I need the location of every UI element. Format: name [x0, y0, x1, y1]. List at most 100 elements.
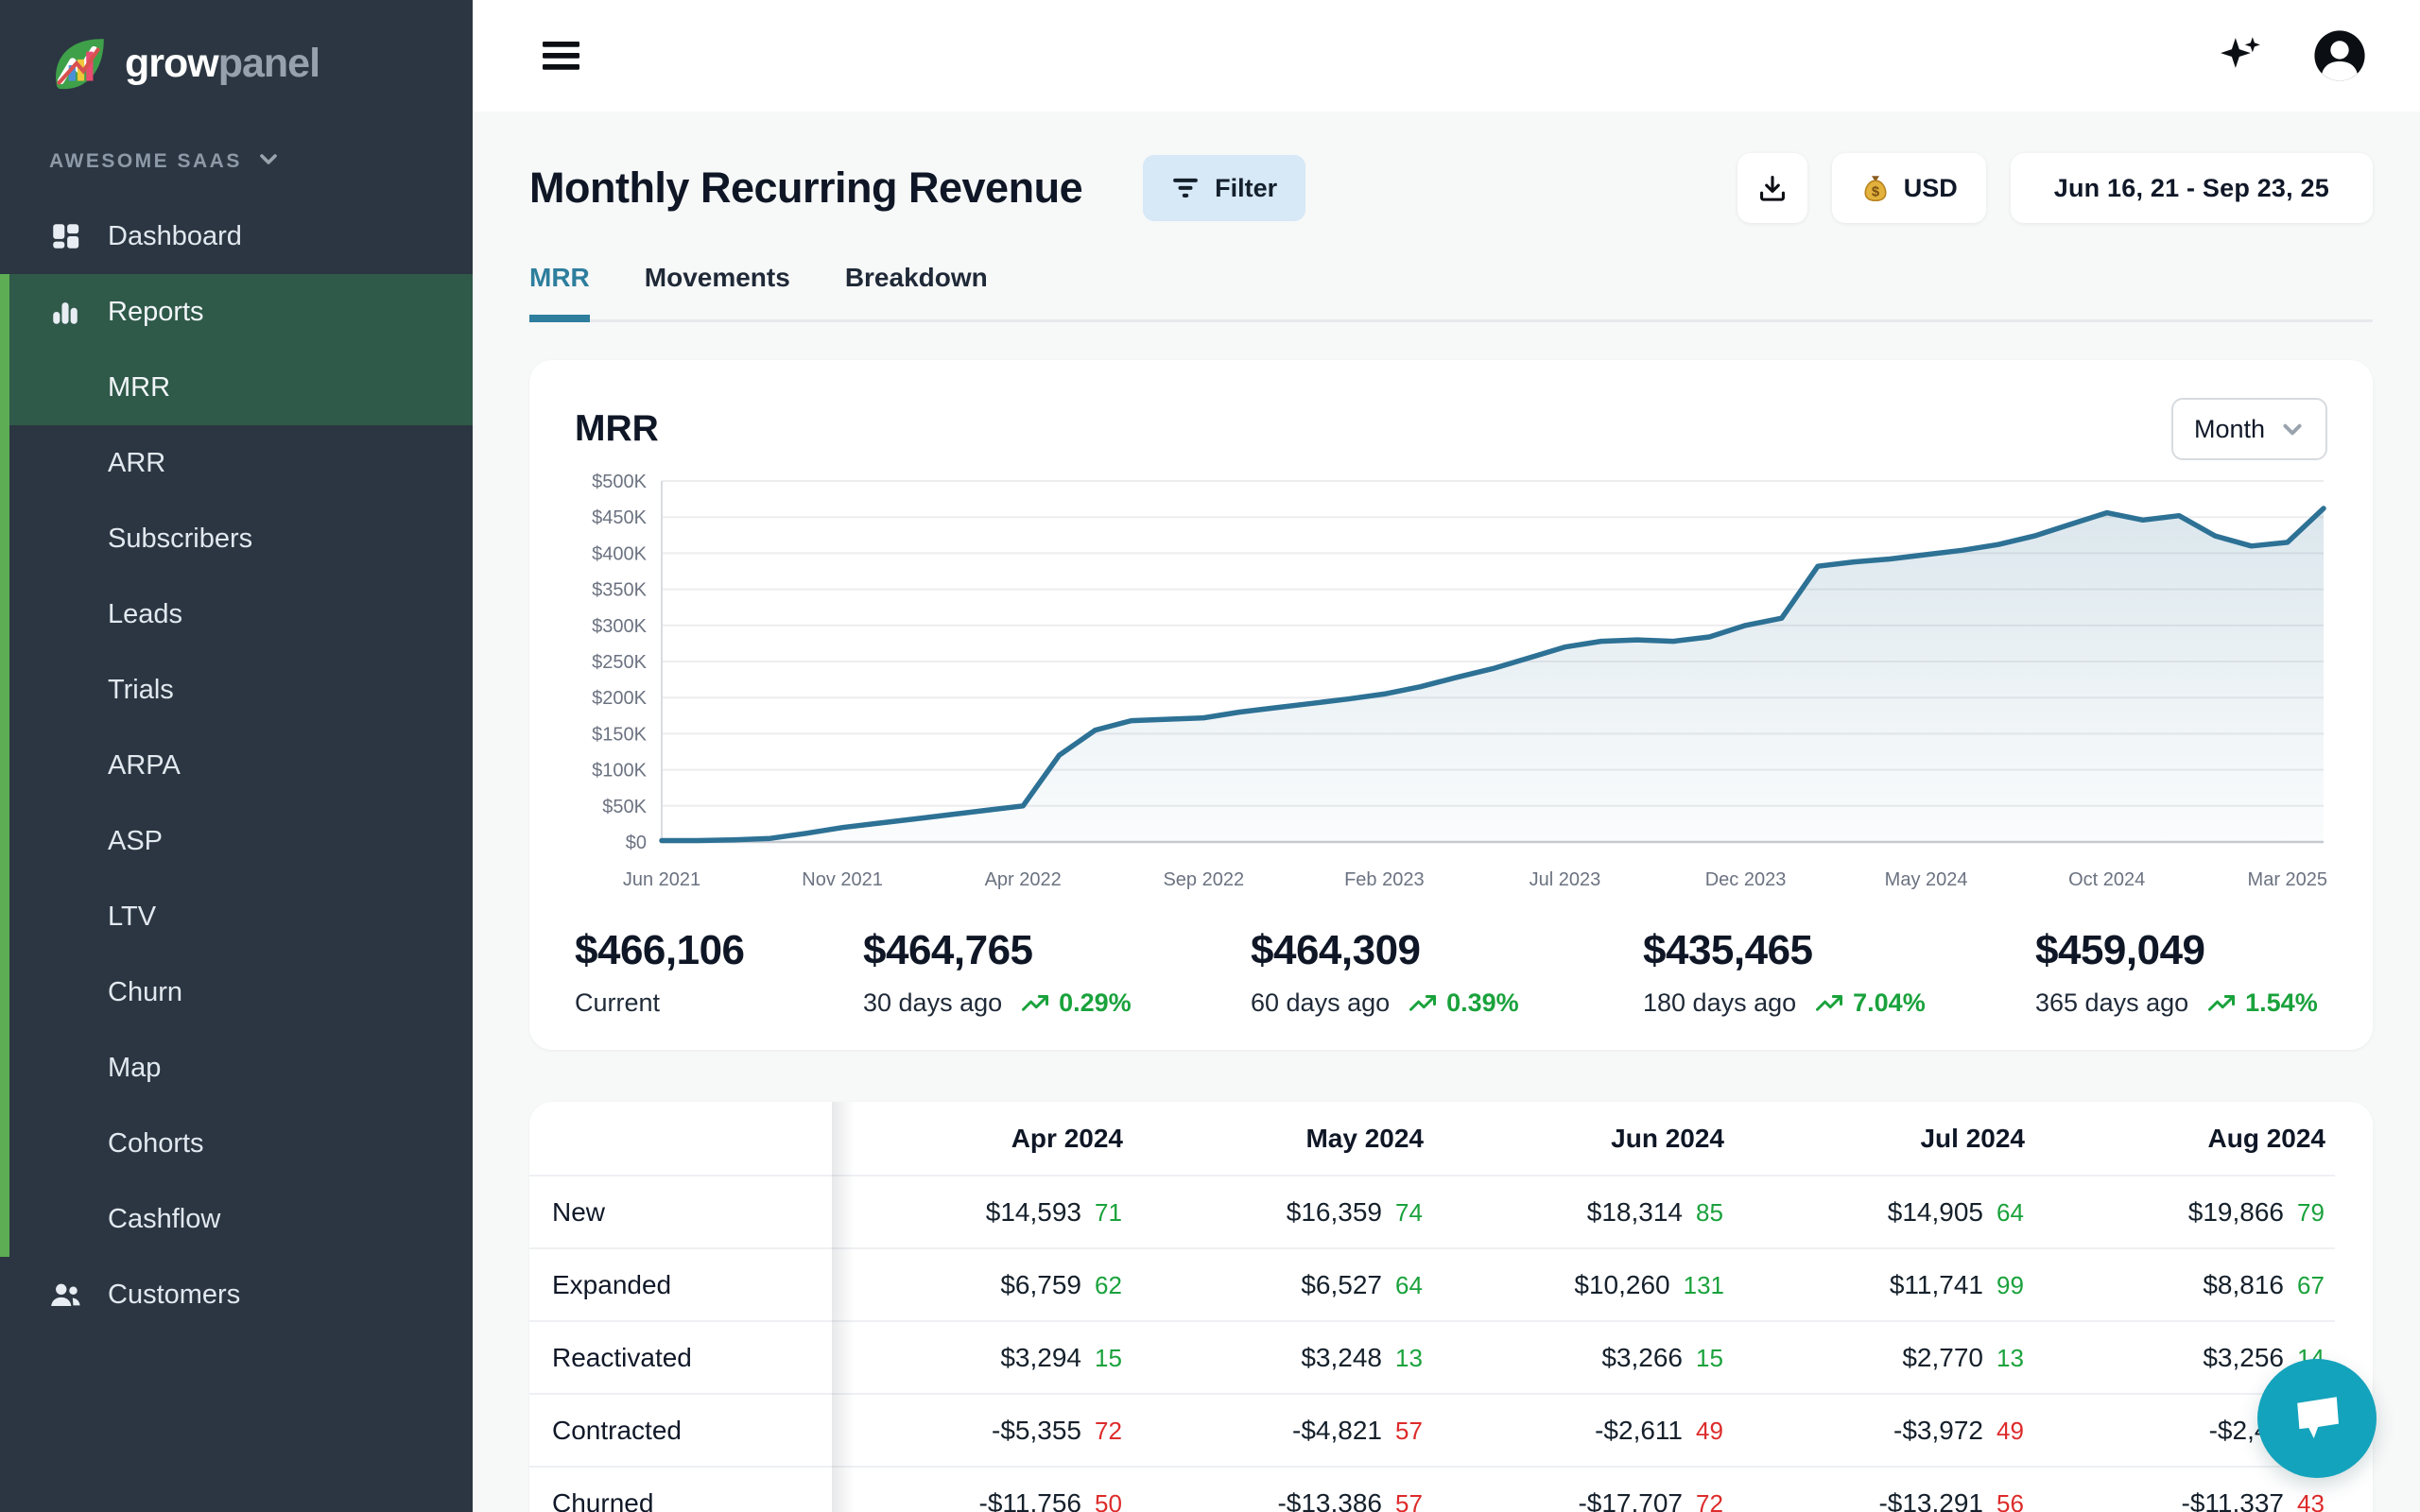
- cell-amount: $2,770: [1902, 1343, 1983, 1372]
- cell-count: 79: [2297, 1198, 2325, 1228]
- sidebar-item-churn[interactable]: Churn: [9, 954, 473, 1030]
- sidebar-item-arpa[interactable]: ARPA: [9, 728, 473, 803]
- currency-label: USD: [1904, 174, 1958, 203]
- cell-count: 85: [1696, 1198, 1724, 1228]
- tab-breakdown[interactable]: Breakdown: [845, 263, 988, 319]
- hamburger-icon[interactable]: [543, 39, 582, 73]
- sidebar-item-cashflow[interactable]: Cashflow: [9, 1181, 473, 1257]
- trend-up-icon: [1409, 989, 1437, 1018]
- stat-current: $466,106Current: [575, 927, 863, 1018]
- table-cell: $3,26615: [1433, 1321, 1734, 1394]
- sidebar-item-label: ARPA: [108, 750, 181, 782]
- sidebar-item-label: Reports: [108, 297, 204, 328]
- chevron-down-icon: [2280, 417, 2305, 441]
- page-header: Monthly Recurring Revenue Filter $ USD J…: [529, 153, 2373, 223]
- cell-count: 67: [2297, 1271, 2325, 1300]
- sidebar-item-mrr[interactable]: MRR: [9, 350, 473, 425]
- cell-amount: $8,816: [2203, 1270, 2284, 1299]
- sidebar-item-label: Churn: [108, 977, 182, 1008]
- stat-label: 180 days ago: [1643, 988, 1796, 1018]
- column-header-may-2024: May 2024: [1132, 1102, 1433, 1176]
- sidebar-item-arr[interactable]: ARR: [9, 425, 473, 501]
- reports-icon: [49, 296, 83, 328]
- sparkles-icon[interactable]: [2218, 33, 2263, 78]
- user-avatar-icon[interactable]: [2312, 28, 2367, 83]
- filter-icon: [1171, 174, 1200, 202]
- table-body: New$14,59371$16,35974$18,31485$14,90564$…: [529, 1176, 2335, 1512]
- chat-launcher-button[interactable]: [2257, 1359, 2377, 1478]
- stat-value: $464,765: [863, 927, 1251, 974]
- trend-up-icon: [2207, 989, 2236, 1018]
- cell-amount: -$11,337: [2182, 1488, 2284, 1512]
- brand-name-bold: grow: [125, 41, 218, 86]
- svg-text:$200K: $200K: [592, 688, 647, 709]
- table-cell: $6,75962: [832, 1248, 1132, 1321]
- cell-count: 13: [1395, 1344, 1424, 1373]
- stat-change: 7.04%: [1815, 988, 1926, 1018]
- dashboard-icon: [49, 220, 83, 252]
- sidebar-item-label: LTV: [108, 902, 156, 933]
- table-cell: -$13,29156: [1734, 1467, 2034, 1512]
- main-content: Monthly Recurring Revenue Filter $ USD J…: [473, 153, 2420, 1512]
- table-row-new: New$14,59371$16,35974$18,31485$14,90564$…: [529, 1176, 2335, 1248]
- sidebar-item-map[interactable]: Map: [9, 1030, 473, 1106]
- sidebar-item-leads[interactable]: Leads: [9, 576, 473, 652]
- workspace-selector[interactable]: AWESOME SAAS: [0, 94, 473, 176]
- stat-sub: 180 days ago 7.04%: [1643, 988, 2035, 1018]
- sidebar-item-label: ASP: [108, 826, 163, 857]
- stat-value: $435,465: [1643, 927, 2035, 974]
- sidebar-item-asp[interactable]: ASP: [9, 803, 473, 879]
- filter-button[interactable]: Filter: [1143, 155, 1305, 221]
- sidebar-item-cohorts[interactable]: Cohorts: [9, 1106, 473, 1181]
- tab-mrr[interactable]: MRR: [529, 263, 590, 319]
- svg-text:$250K: $250K: [592, 652, 647, 673]
- interval-select-value: Month: [2194, 415, 2265, 444]
- cell-amount: $3,266: [1601, 1343, 1683, 1372]
- cell-count: 64: [1996, 1198, 2025, 1228]
- trend-up-icon: [1815, 989, 1843, 1018]
- stat-30-days-ago: $464,76530 days ago0.29%: [863, 927, 1251, 1018]
- sidebar-item-trials[interactable]: Trials: [9, 652, 473, 728]
- sidebar-item-dashboard[interactable]: Dashboard: [0, 198, 473, 274]
- table-cell: $6,527 64: [1132, 1248, 1433, 1321]
- table-row-reactivated: Reactivated$3,29415$3,24813$3,26615$2,77…: [529, 1321, 2335, 1394]
- column-header-apr-2024: Apr 2024: [832, 1102, 1132, 1176]
- date-range-label: Jun 16, 21 - Sep 23, 25: [2054, 174, 2329, 203]
- cell-count: 72: [1696, 1489, 1724, 1512]
- stat-change: 0.39%: [1409, 988, 1519, 1018]
- table-cell: $19,86679: [2034, 1176, 2335, 1248]
- sidebar-item-label: Cashflow: [108, 1204, 220, 1235]
- cell-count: 57: [1395, 1489, 1424, 1512]
- tab-movements[interactable]: Movements: [645, 263, 790, 319]
- stat-60-days-ago: $464,30960 days ago0.39%: [1251, 927, 1643, 1018]
- stat-365-days-ago: $459,049365 days ago1.54%: [2035, 927, 2318, 1018]
- stat-180-days-ago: $435,465 180 days ago 7.04%: [1643, 927, 2035, 1018]
- cell-amount: $6,759: [1000, 1270, 1081, 1299]
- row-label: Reactivated: [529, 1321, 832, 1394]
- svg-text:$350K: $350K: [592, 580, 647, 601]
- cell-amount: $6,527: [1301, 1270, 1382, 1299]
- svg-text:Dec 2023: Dec 2023: [1705, 869, 1787, 890]
- currency-button[interactable]: $ USD: [1832, 153, 1986, 223]
- download-button[interactable]: [1737, 153, 1807, 223]
- table-cell: -$13,38657: [1132, 1467, 1433, 1512]
- cell-count: 74: [1395, 1198, 1424, 1228]
- sidebar-item-ltv[interactable]: LTV: [9, 879, 473, 954]
- sidebar-item-reports[interactable]: Reports: [9, 274, 473, 350]
- stat-label: Current: [575, 988, 660, 1018]
- stat-sub: 365 days ago1.54%: [2035, 988, 2318, 1018]
- sidebar-item-label: Map: [108, 1053, 161, 1084]
- date-range-button[interactable]: Jun 16, 21 - Sep 23, 25: [2011, 153, 2373, 223]
- sidebar-item-subscribers[interactable]: Subscribers: [9, 501, 473, 576]
- cell-count: 43: [2297, 1489, 2325, 1512]
- interval-select[interactable]: Month: [2171, 398, 2327, 460]
- table-cell: -$3,97249: [1734, 1394, 2034, 1467]
- svg-text:$50K: $50K: [602, 797, 647, 817]
- mrr-movements-table-card: Apr 2024May 2024Jun 2024Jul 2024Aug 2024…: [529, 1102, 2373, 1512]
- cell-count: 64: [1395, 1271, 1424, 1300]
- svg-text:Mar 2025: Mar 2025: [2248, 869, 2327, 890]
- sidebar-item-customers[interactable]: Customers: [0, 1257, 473, 1332]
- cell-count: 131: [1684, 1271, 1724, 1300]
- svg-text:$500K: $500K: [592, 472, 647, 492]
- svg-text:$: $: [1872, 185, 1880, 200]
